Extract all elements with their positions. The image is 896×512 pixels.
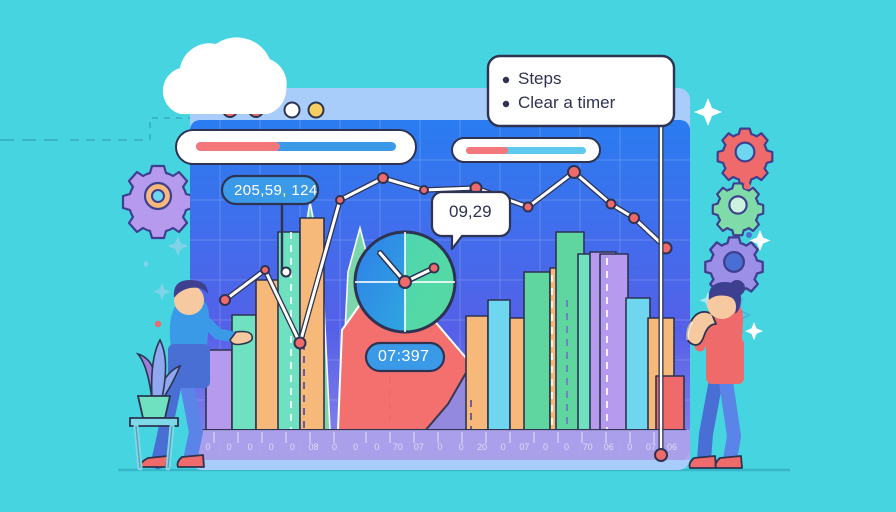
bullet-icon (502, 100, 510, 108)
x-tick-label: 07 (519, 442, 530, 452)
progress-bar-small[interactable] (451, 137, 601, 163)
x-tick-label: 0 (205, 442, 211, 452)
line-marker (522, 201, 534, 213)
timer-pill[interactable] (364, 341, 446, 373)
bullet-icon (502, 76, 510, 84)
line-marker (260, 265, 270, 275)
bar (487, 299, 511, 430)
gear-purple-left (121, 164, 195, 240)
x-tick-label: 0 (500, 442, 506, 452)
x-tick-label: 20 (477, 442, 488, 452)
x-tick-label: 0 (353, 442, 359, 452)
dot-accent-1 (743, 182, 751, 190)
x-tick-label: 0 (374, 442, 380, 452)
bar (465, 315, 489, 430)
clock-center (398, 275, 412, 289)
illustration-canvas: Steps Clear a timer 205,59, 124 07:397 0… (0, 0, 896, 512)
x-tick-label: 07 (645, 442, 656, 452)
x-tick-label: 08 (308, 442, 319, 452)
line-marker (567, 165, 581, 179)
line-marker (628, 212, 640, 224)
line-marker (335, 195, 345, 205)
x-tick-label: 0 (268, 442, 274, 452)
x-tick-label: 70 (582, 442, 593, 452)
x-tick-label: 0 (564, 442, 570, 452)
line-marker (605, 198, 617, 210)
progress-bar-large[interactable] (175, 129, 417, 165)
x-tick-label: 0 (226, 442, 232, 452)
x-tick-label: 07 (413, 442, 424, 452)
gear-red-right (716, 127, 774, 186)
illustration-svg (0, 0, 896, 512)
shoe (714, 455, 743, 469)
shoe (688, 455, 717, 469)
x-tick-label: 0 (332, 442, 338, 452)
dot-accent-2 (746, 232, 752, 238)
line-marker (377, 172, 389, 184)
gear-green-right (711, 182, 765, 237)
x-tick-label: 70 (392, 442, 403, 452)
value-pill[interactable] (220, 174, 320, 206)
x-tick-label: 0 (247, 442, 253, 452)
x-tick-label: 0 (458, 442, 464, 452)
dot-yellow[interactable] (307, 101, 325, 119)
steps-callout[interactable] (486, 54, 676, 128)
hair-bun (729, 280, 745, 296)
x-tick-label: 06 (603, 442, 614, 452)
bar (523, 271, 551, 430)
x-tick-label: 0 (542, 442, 548, 452)
bar (599, 253, 629, 430)
x-axis-tick-labels: 0 0 0 0 0 08 0 0 0 70 07 0 0 20 0 07 0 0 70 06 0 07 06 (190, 442, 690, 460)
x-tick-label: 0 (437, 442, 443, 452)
dot-white[interactable] (283, 101, 301, 119)
clock-pie (353, 230, 457, 334)
x-tick-label: 06 (666, 442, 678, 452)
x-tick-label: 0 (627, 442, 633, 452)
x-tick-label: 0 (289, 442, 295, 452)
pot (136, 395, 172, 419)
line-marker (293, 336, 307, 350)
line-marker (419, 185, 429, 195)
bar (625, 297, 651, 430)
line-marker (219, 294, 231, 306)
